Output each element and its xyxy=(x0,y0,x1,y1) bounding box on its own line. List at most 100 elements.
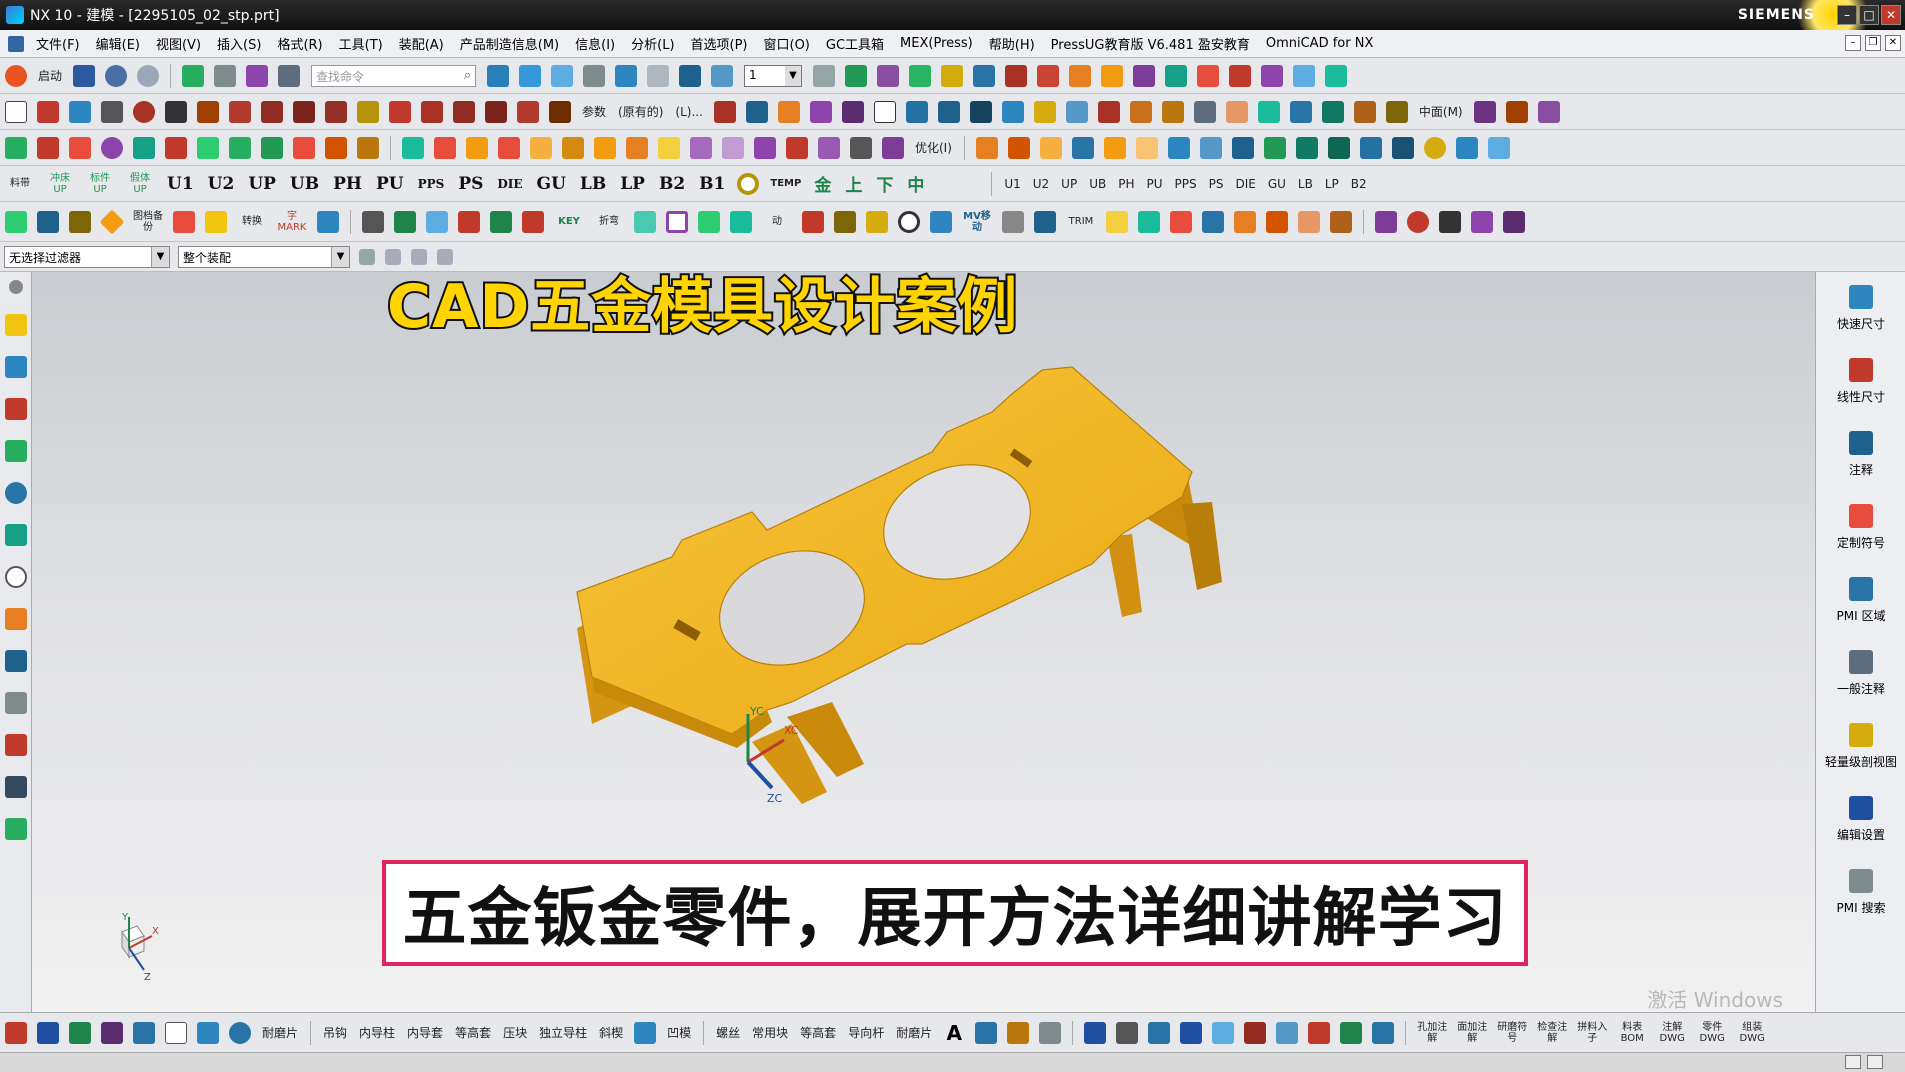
std-part-up-label[interactable]: 标件UP xyxy=(85,173,115,195)
menu-omnicad[interactable]: OmniCAD for NX xyxy=(1258,36,1382,51)
layout-icon[interactable] xyxy=(1231,136,1254,159)
menu-help[interactable]: 帮助(H) xyxy=(981,34,1043,53)
split-body-icon[interactable] xyxy=(1385,100,1408,123)
param-label[interactable]: 参数 xyxy=(582,103,606,120)
t-pin-icon[interactable] xyxy=(197,1021,219,1044)
r-icon[interactable] xyxy=(1202,210,1224,233)
move-lb-button[interactable]: LB xyxy=(1298,177,1313,191)
fixture-icon[interactable] xyxy=(261,136,283,159)
o-ring-icon[interactable] xyxy=(898,210,920,233)
screw-icon[interactable] xyxy=(1263,136,1286,159)
zoom-icon[interactable] xyxy=(519,64,542,87)
flat-pattern-icon[interactable] xyxy=(754,136,776,159)
steel-chain-icon[interactable] xyxy=(357,136,379,159)
move-ph-button[interactable]: PH xyxy=(1118,177,1134,191)
wedge-label[interactable]: 斜楔 xyxy=(599,1024,623,1041)
subtract-icon[interactable] xyxy=(1129,100,1152,123)
strip-layout-icon[interactable] xyxy=(402,136,424,159)
note-dwg-button[interactable]: 注解DWG xyxy=(1657,1022,1687,1044)
sweep-icon[interactable] xyxy=(1033,100,1056,123)
tool-icon[interactable] xyxy=(1325,64,1348,87)
linear-dimension-button[interactable]: 线性尺寸 xyxy=(1816,345,1905,418)
sphere-icon[interactable] xyxy=(229,1021,251,1044)
menu-preferences[interactable]: 首选项(P) xyxy=(683,34,756,53)
bend-icon[interactable] xyxy=(530,136,552,159)
pattern-dots-icon[interactable] xyxy=(634,210,656,233)
trim-curve-icon[interactable] xyxy=(357,100,379,123)
conductor-icon[interactable] xyxy=(5,136,27,159)
cylinder-icon[interactable] xyxy=(905,100,928,123)
snap-icon[interactable] xyxy=(941,64,964,87)
guide-rod-label[interactable]: 导向杆 xyxy=(848,1024,884,1041)
chamfer-icon[interactable] xyxy=(1225,100,1248,123)
manufacturing-wizard-icon[interactable] xyxy=(4,692,27,714)
sheet-icon[interactable] xyxy=(1101,64,1124,87)
box-cross-icon[interactable] xyxy=(1266,210,1288,233)
assembly-dwg-button[interactable]: 组装DWG xyxy=(1737,1022,1767,1044)
move-die-button[interactable]: DIE xyxy=(1235,177,1255,191)
menu-window[interactable]: 窗口(O) xyxy=(756,34,818,53)
middle-face-label[interactable]: 中面(M) xyxy=(1419,103,1463,120)
box-icon[interactable] xyxy=(873,100,896,123)
grid-dots-icon[interactable] xyxy=(5,210,27,233)
work-layer-select[interactable]: 1 ▼ xyxy=(744,64,803,87)
bead-icon[interactable] xyxy=(882,136,904,159)
dummy-up-label[interactable]: 假体UP xyxy=(125,173,155,195)
trim-label[interactable]: TRIM xyxy=(1066,216,1096,227)
b1-button[interactable]: B1 xyxy=(699,174,725,194)
t-slot-icon[interactable] xyxy=(426,210,448,233)
wcs-icon[interactable] xyxy=(909,64,932,87)
menu-assembly[interactable]: 装配(A) xyxy=(391,34,452,53)
key-icon[interactable] xyxy=(5,1021,27,1044)
part-dwg-button[interactable]: 零件DWG xyxy=(1697,1022,1727,1044)
guide-pin-icon[interactable] xyxy=(133,1021,155,1044)
convert-label[interactable]: 转换 xyxy=(237,216,267,227)
tab-icon[interactable] xyxy=(498,136,520,159)
inner-guide-bush-label[interactable]: 内导套 xyxy=(407,1024,443,1041)
redo-icon[interactable] xyxy=(137,64,160,87)
l-block-icon[interactable] xyxy=(165,1021,187,1044)
process-icon[interactable] xyxy=(1197,64,1220,87)
start-button-label[interactable]: 启动 xyxy=(38,67,62,84)
jin-button[interactable]: 金 xyxy=(814,171,831,196)
l-label[interactable]: (L)... xyxy=(675,105,703,119)
palette-icon[interactable] xyxy=(4,818,27,840)
search-icon[interactable]: ⌕ xyxy=(464,68,471,83)
cluster-icon[interactable] xyxy=(1148,1021,1171,1044)
menu-gc-toolbox[interactable]: GC工具箱 xyxy=(818,34,892,53)
material-icon[interactable] xyxy=(1229,64,1252,87)
revolve-icon[interactable] xyxy=(1001,100,1024,123)
i-icon[interactable] xyxy=(458,210,480,233)
intersection-icon[interactable] xyxy=(293,100,315,123)
punch-icon[interactable] xyxy=(293,136,315,159)
flange-icon[interactable] xyxy=(466,136,488,159)
template-icon[interactable] xyxy=(1261,64,1284,87)
material-assign-icon[interactable] xyxy=(69,210,91,233)
pmi-region-button[interactable]: PMI 区域 xyxy=(1816,564,1905,637)
optimize-label[interactable]: 优化(I) xyxy=(915,139,952,156)
s-curve-icon[interactable] xyxy=(698,210,720,233)
pmi-icon[interactable] xyxy=(1133,64,1156,87)
corner-icon[interactable] xyxy=(722,136,744,159)
trapezoid-icon[interactable] xyxy=(1106,210,1128,233)
bolt-icon[interactable] xyxy=(834,210,856,233)
jog-icon[interactable] xyxy=(594,136,616,159)
t-pin-blue-icon[interactable] xyxy=(1180,1021,1203,1044)
settings-icon[interactable] xyxy=(359,248,375,265)
target-icon[interactable] xyxy=(666,210,688,233)
strip-label[interactable]: 料带 xyxy=(5,178,35,189)
menu-info[interactable]: 信息(I) xyxy=(567,34,623,53)
backing-plate-icon[interactable] xyxy=(1199,136,1222,159)
selection-filter-dropdown[interactable]: 无选择过滤器 ▼ xyxy=(4,245,170,268)
menu-pressug[interactable]: PressUG教育版 V6.481 盈安教育 xyxy=(1043,34,1258,53)
roles-icon[interactable] xyxy=(4,734,27,756)
move-gu-button[interactable]: GU xyxy=(1268,177,1286,191)
plate-stack-icon[interactable] xyxy=(1071,136,1094,159)
offset-curve-icon[interactable] xyxy=(229,100,251,123)
bushing-icon[interactable] xyxy=(1391,136,1414,159)
ring-icon[interactable] xyxy=(737,172,760,195)
history-icon[interactable] xyxy=(4,524,27,546)
move-pps-button[interactable]: PPS xyxy=(1175,177,1197,191)
original-label[interactable]: (原有的) xyxy=(618,103,663,120)
assembly-navigator-icon[interactable] xyxy=(4,314,27,336)
